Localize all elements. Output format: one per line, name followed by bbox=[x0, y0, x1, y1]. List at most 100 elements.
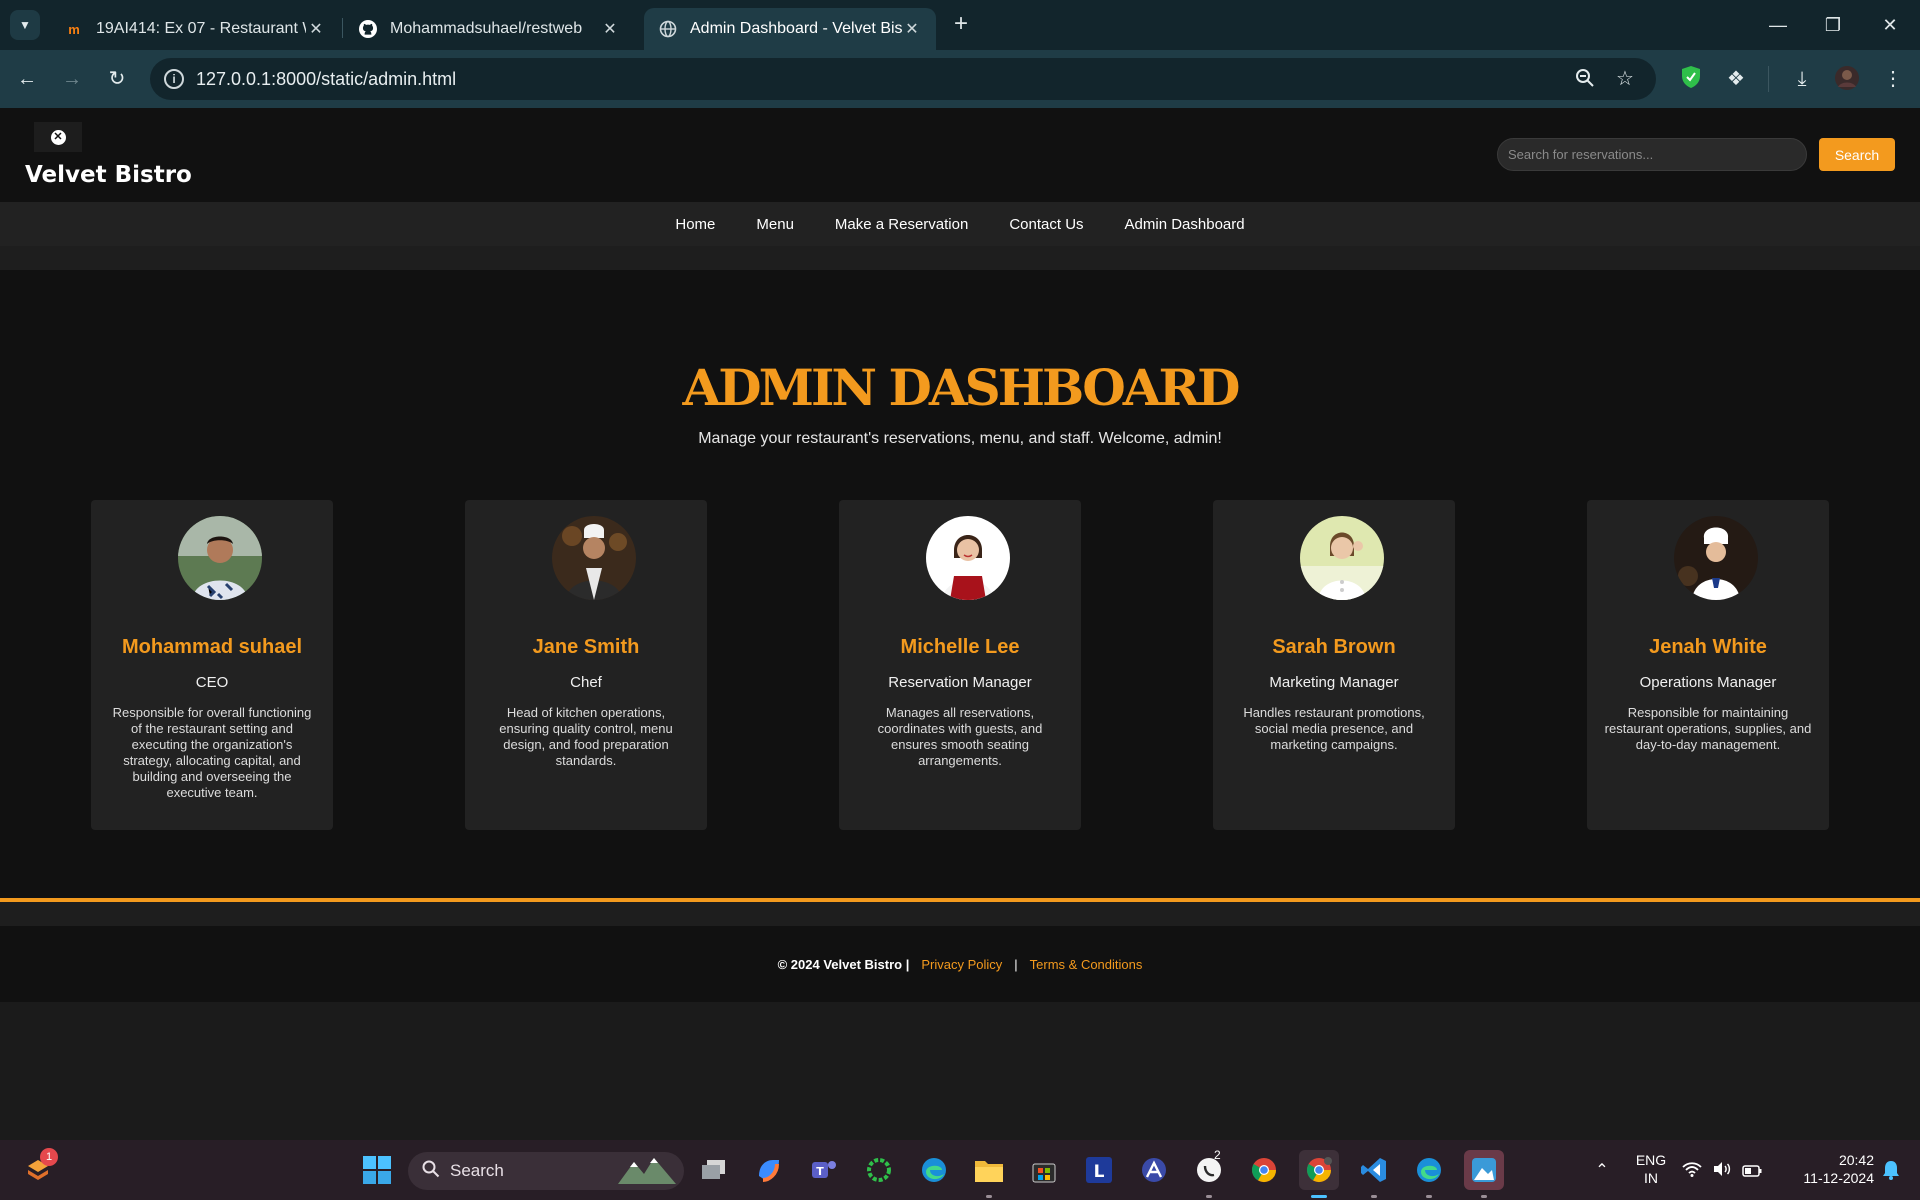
a-app-icon[interactable] bbox=[1134, 1150, 1174, 1190]
nav-reservation[interactable]: Make a Reservation bbox=[835, 216, 968, 233]
loading-circle-app-icon[interactable] bbox=[859, 1150, 899, 1190]
edge-icon[interactable] bbox=[1409, 1150, 1449, 1190]
avatar bbox=[1674, 516, 1758, 600]
teams-icon[interactable]: T bbox=[804, 1150, 844, 1190]
staff-description: Responsible for overall functioning of t… bbox=[112, 705, 312, 800]
active-indicator bbox=[1311, 1195, 1327, 1198]
restore-button[interactable]: ❐ bbox=[1813, 10, 1853, 40]
chevron-up-icon[interactable]: ⌃ bbox=[1582, 1150, 1622, 1190]
reload-button[interactable]: ↻ bbox=[103, 65, 131, 93]
close-icon[interactable]: ✕ bbox=[902, 19, 922, 39]
close-icon[interactable]: ✕ bbox=[306, 19, 326, 39]
download-icon[interactable]: ⤓ bbox=[1788, 65, 1816, 93]
privacy-policy-link[interactable]: Privacy Policy bbox=[921, 957, 1002, 972]
bell-icon[interactable] bbox=[1876, 1150, 1906, 1190]
footer-separator: | bbox=[1014, 956, 1018, 972]
l-app-icon[interactable]: L bbox=[1079, 1150, 1119, 1190]
file-explorer-icon[interactable] bbox=[969, 1150, 1009, 1190]
nav-admin-dashboard[interactable]: Admin Dashboard bbox=[1125, 216, 1245, 233]
clock[interactable]: 20:42 11-12-2024 bbox=[1776, 1151, 1874, 1187]
page-title: ADMIN DASHBOARD bbox=[682, 358, 1241, 417]
staff-card: Michelle Lee Reservation Manager Manages… bbox=[839, 500, 1081, 830]
browser-toolbar: ← → ↻ i 127.0.0.1:8000/static/admin.html… bbox=[0, 50, 1920, 108]
footer-copyright: © 2024 Velvet Bistro | bbox=[777, 956, 910, 972]
chrome-icon[interactable] bbox=[1244, 1150, 1284, 1190]
vscode-icon[interactable] bbox=[1354, 1150, 1394, 1190]
taskbar-search-box[interactable]: Search bbox=[408, 1152, 684, 1190]
clock-time: 20:42 bbox=[1838, 1152, 1874, 1168]
language-indicator[interactable]: ENG IN bbox=[1628, 1151, 1674, 1187]
browser-tab-bar: ▼ m 19AI414: Ex 07 - Restaurant We ✕ Moh… bbox=[0, 0, 1920, 50]
close-icon[interactable]: ✕ bbox=[600, 19, 620, 39]
browser-tab-3[interactable]: Admin Dashboard - Velvet Bistr ✕ bbox=[644, 8, 936, 50]
staff-description: Handles restaurant promotions, social me… bbox=[1243, 705, 1425, 752]
windows-start-icon[interactable] bbox=[357, 1150, 397, 1190]
avatar bbox=[926, 516, 1010, 600]
system-tray[interactable] bbox=[1677, 1150, 1767, 1190]
mountains-icon bbox=[618, 1154, 676, 1189]
battery-icon bbox=[1741, 1156, 1762, 1184]
staff-name: Sarah Brown bbox=[1272, 636, 1396, 658]
staff-role: CEO bbox=[195, 674, 229, 691]
web-page: ✕ Velvet Bistro Search Home Menu Make a … bbox=[0, 108, 1920, 1140]
staff-name: Michelle Lee bbox=[900, 636, 1020, 658]
task-view-icon[interactable] bbox=[694, 1150, 734, 1190]
staff-description: Manages all reservations, coordinates wi… bbox=[877, 705, 1043, 768]
wifi-icon bbox=[1682, 1156, 1702, 1184]
microsoft-store-icon[interactable] bbox=[1024, 1150, 1064, 1190]
address-bar[interactable]: i 127.0.0.1:8000/static/admin.html ☆ bbox=[150, 58, 1656, 100]
forward-button[interactable]: → bbox=[58, 65, 86, 93]
footer-spacer bbox=[0, 902, 1920, 926]
nav-contact[interactable]: Contact Us bbox=[1009, 216, 1083, 233]
zoom-icon[interactable] bbox=[1574, 68, 1596, 90]
clock-date: 11-12-2024 bbox=[1803, 1170, 1874, 1186]
new-tab-button[interactable]: + bbox=[948, 12, 974, 38]
reservation-search-input[interactable] bbox=[1497, 138, 1807, 171]
github-icon bbox=[358, 19, 378, 39]
profile-avatar[interactable] bbox=[1833, 65, 1861, 93]
site-info-icon[interactable]: i bbox=[164, 69, 184, 89]
minimize-button[interactable]: — bbox=[1758, 10, 1798, 40]
url-text[interactable]: 127.0.0.1:8000/static/admin.html bbox=[196, 69, 456, 90]
browser-tab-1[interactable]: m 19AI414: Ex 07 - Restaurant We ✕ bbox=[50, 8, 340, 50]
volume-icon bbox=[1713, 1156, 1731, 1184]
site-logo[interactable]: ✕ bbox=[34, 122, 82, 152]
toolbar-divider bbox=[1768, 66, 1769, 92]
staff-role: Chef bbox=[570, 674, 602, 691]
bookmark-star-icon[interactable]: ☆ bbox=[1614, 68, 1636, 90]
staff-card: Sarah Brown Marketing Manager Handles re… bbox=[1213, 500, 1455, 830]
site-footer: © 2024 Velvet Bistro | Privacy Policy | … bbox=[0, 926, 1920, 1002]
photos-icon[interactable] bbox=[1464, 1150, 1504, 1190]
chrome-profile-icon[interactable] bbox=[1299, 1150, 1339, 1190]
running-indicator bbox=[1426, 1195, 1432, 1198]
nav-menu[interactable]: Menu bbox=[756, 216, 794, 233]
windows-taskbar: 1 Search T L 2 ⌃ ENG IN 20:42 11-12-2024 bbox=[0, 1140, 1920, 1200]
brand-name[interactable]: Velvet Bistro bbox=[25, 162, 192, 188]
search-button[interactable]: Search bbox=[1819, 138, 1895, 171]
staff-card: Jenah White Operations Manager Responsib… bbox=[1587, 500, 1829, 830]
site-header: ✕ Velvet Bistro Search bbox=[0, 108, 1920, 202]
page-subtitle: Manage your restaurant's reservations, m… bbox=[698, 430, 1222, 447]
whatsapp-icon[interactable] bbox=[1189, 1150, 1229, 1190]
staff-name: Jenah White bbox=[1649, 636, 1767, 658]
nav-home[interactable]: Home bbox=[675, 216, 715, 233]
menu-kebab-icon[interactable]: ⋮ bbox=[1879, 65, 1907, 93]
tab-search-button[interactable]: ▼ bbox=[10, 10, 40, 40]
staff-description: Head of kitchen operations, ensuring qua… bbox=[499, 705, 673, 768]
staff-role: Operations Manager bbox=[1639, 674, 1777, 691]
avatar bbox=[1300, 516, 1384, 600]
taskbar-search-label: Search bbox=[450, 1161, 504, 1180]
language-line-1: ENG bbox=[1635, 1152, 1667, 1168]
shield-extension-icon[interactable] bbox=[1677, 65, 1705, 93]
terms-link[interactable]: Terms & Conditions bbox=[1030, 957, 1143, 972]
close-window-button[interactable]: ✕ bbox=[1870, 10, 1910, 40]
browser-tab-2[interactable]: Mohammadsuhael/restweb ✕ bbox=[344, 8, 634, 50]
extensions-puzzle-icon[interactable]: ❖ bbox=[1722, 65, 1750, 93]
avatar bbox=[178, 516, 262, 600]
tab-separator bbox=[342, 18, 343, 38]
staff-role: Marketing Manager bbox=[1269, 674, 1399, 691]
edge-icon[interactable] bbox=[914, 1150, 954, 1190]
avatar bbox=[552, 516, 636, 600]
copilot-icon[interactable] bbox=[749, 1150, 789, 1190]
back-button[interactable]: ← bbox=[13, 65, 41, 93]
